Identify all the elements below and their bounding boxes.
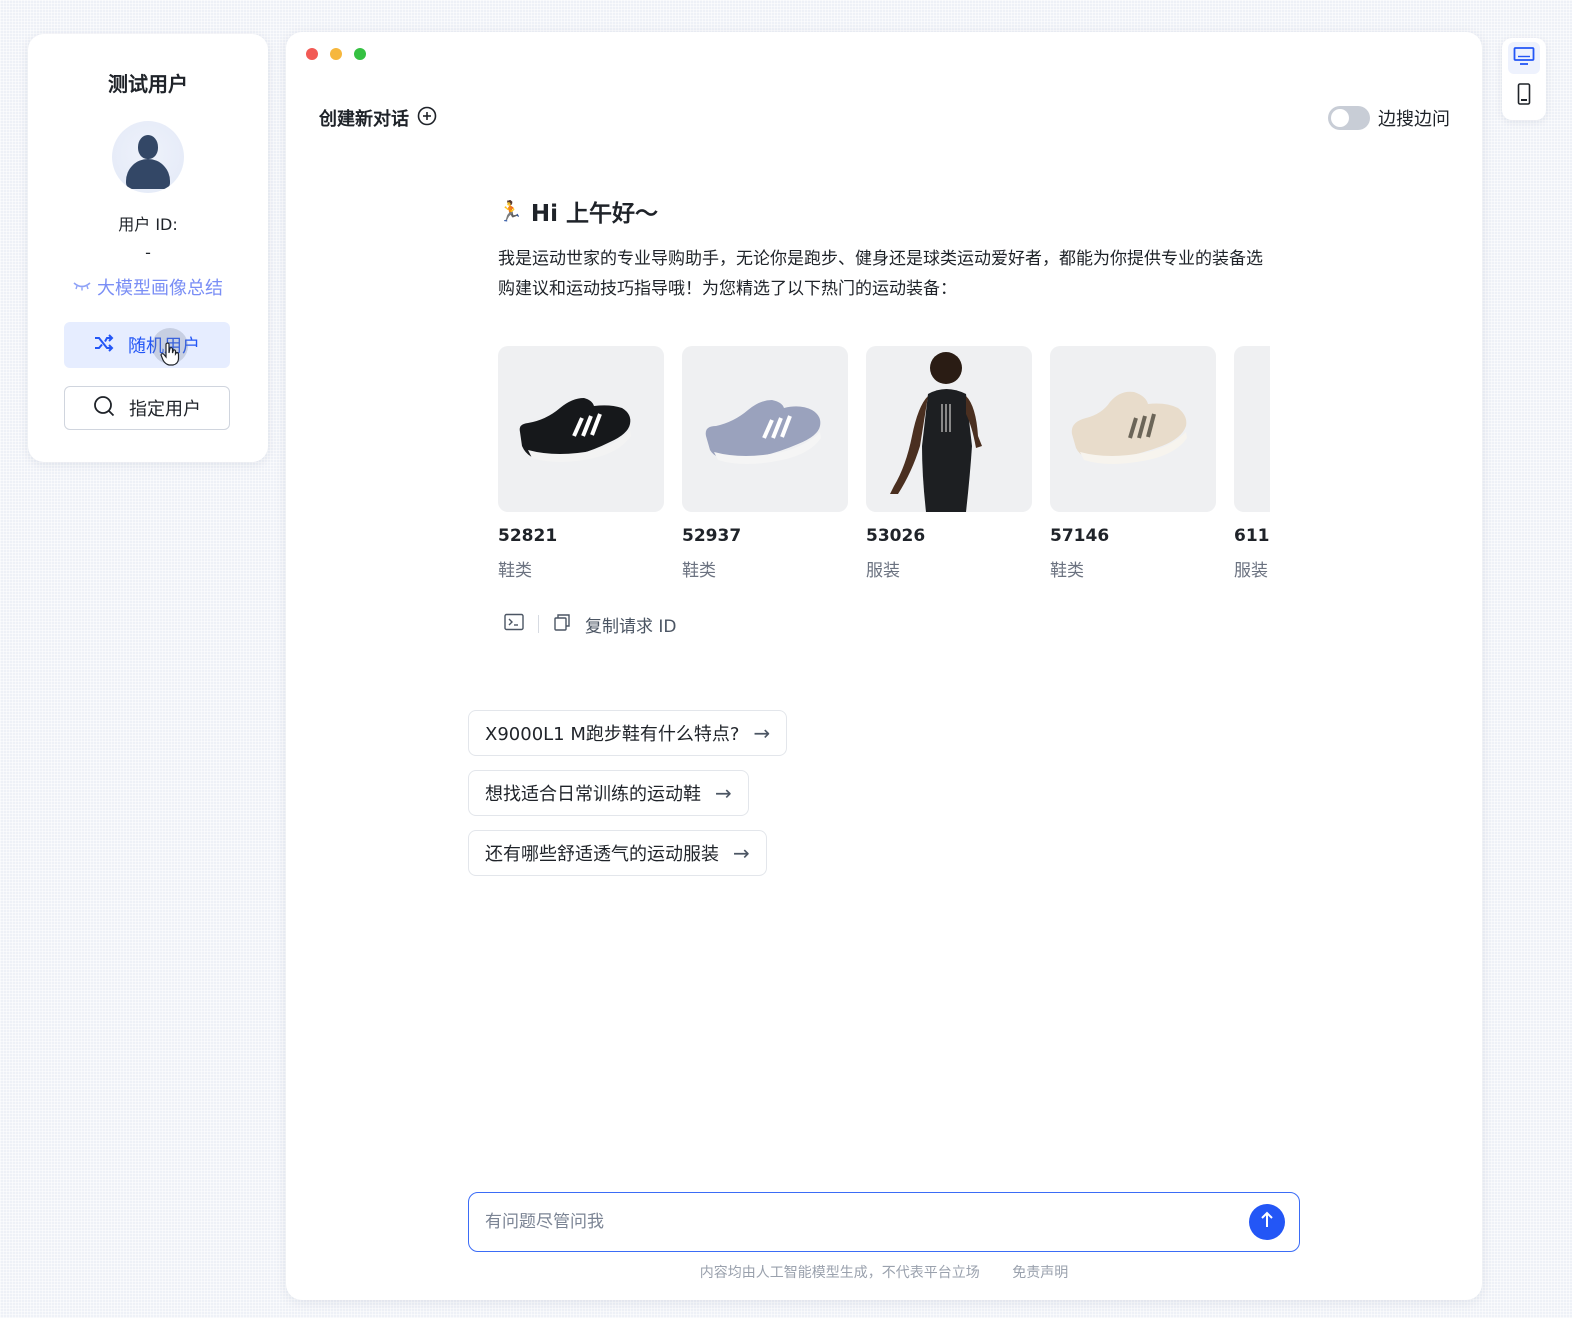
- suggestion-chip[interactable]: 想找适合日常训练的运动鞋 →: [468, 770, 749, 816]
- device-switcher: [1502, 38, 1546, 120]
- search-icon: [93, 395, 115, 422]
- message-actions: 复制请求 ID: [504, 610, 677, 638]
- arrow-up-icon: [1259, 1211, 1275, 1233]
- assign-user-label: 指定用户: [129, 399, 201, 420]
- arrow-right-icon: →: [715, 781, 732, 805]
- chat-input-box: [468, 1192, 1300, 1252]
- product-category: 服装: [866, 561, 900, 581]
- chat-input[interactable]: [485, 1207, 1225, 1237]
- avatar: [112, 121, 184, 193]
- product-carousel: 52821 鞋类 52937 鞋类 53026 服装 57146 鞋类 611 …: [498, 346, 1270, 586]
- plus-circle-icon: [417, 106, 437, 131]
- hand-cursor-icon: [160, 342, 180, 370]
- product-card[interactable]: 57146 鞋类: [1050, 346, 1216, 581]
- mobile-phone-icon: [1517, 83, 1531, 109]
- toggle-knob: [1331, 109, 1349, 127]
- window-close-dot[interactable]: [306, 48, 318, 60]
- user-id-value: -: [145, 243, 151, 262]
- product-card[interactable]: 611 服装: [1234, 346, 1270, 581]
- desktop-monitor-icon: [1513, 46, 1535, 70]
- disclaimer-link[interactable]: 免责声明: [1012, 1265, 1068, 1281]
- suggestion-text: 还有哪些舒适透气的运动服装: [485, 844, 719, 865]
- eye-closed-icon: [73, 279, 91, 295]
- greeting-title-row: 🏃 Hi 上午好～: [498, 194, 658, 228]
- send-button[interactable]: [1249, 1204, 1285, 1240]
- ai-content-notice: 内容均由人工智能模型生成，不代表平台立场: [699, 1265, 980, 1281]
- product-id: 57146: [1050, 526, 1110, 546]
- user-panel: 测试用户 用户 ID: - 大模型画像总结 随机用户 指定用户: [28, 34, 268, 462]
- avatar-head: [138, 135, 158, 159]
- product-category: 鞋类: [682, 561, 716, 581]
- product-image-tank-top: [866, 346, 1032, 512]
- shuffle-icon: [94, 333, 114, 357]
- random-user-button[interactable]: 随机用户: [64, 322, 230, 368]
- user-id-label: 用户 ID:: [118, 215, 178, 234]
- chat-window: 创建新对话 边搜边问 🏃 Hi 上午好～ 我是运动世家的专业导购助手，无论你是跑…: [286, 32, 1482, 1300]
- new-chat-button[interactable]: 创建新对话: [319, 104, 437, 132]
- search-while-ask-toggle-group: 边搜边问: [1328, 104, 1450, 132]
- assign-user-button[interactable]: 指定用户: [64, 386, 230, 430]
- suggestion-chip[interactable]: 还有哪些舒适透气的运动服装 →: [468, 830, 767, 876]
- copy-request-id-button[interactable]: 复制请求 ID: [585, 612, 677, 637]
- actions-divider: [538, 615, 539, 633]
- search-while-ask-toggle[interactable]: [1328, 106, 1370, 130]
- product-id: 611: [1234, 526, 1270, 546]
- arrow-right-icon: →: [733, 841, 750, 865]
- toggle-label: 边搜边问: [1378, 109, 1450, 130]
- product-image-grey-shoe: [682, 346, 848, 512]
- suggestion-chip[interactable]: X9000L1 M跑步鞋有什么特点? →: [468, 710, 788, 756]
- arrow-right-icon: →: [753, 721, 771, 745]
- product-id: 53026: [866, 526, 926, 546]
- panel-title: 测试用户: [108, 72, 188, 96]
- window-minimize-dot[interactable]: [330, 48, 342, 60]
- window-maximize-dot[interactable]: [354, 48, 366, 60]
- product-card[interactable]: 52937 鞋类: [682, 346, 848, 581]
- suggestion-text: 想找适合日常训练的运动鞋: [485, 784, 701, 805]
- product-card[interactable]: 52821 鞋类: [498, 346, 664, 581]
- product-card[interactable]: 53026 服装: [866, 346, 1032, 581]
- suggestion-text: X9000L1 M跑步鞋有什么特点?: [485, 724, 740, 745]
- assistant-intro: 我是运动世家的专业导购助手，无论你是跑步、健身还是球类运动爱好者，都能为你提供专…: [498, 249, 1263, 299]
- runner-emoji-icon: 🏃: [498, 199, 523, 223]
- product-id: 52821: [498, 526, 558, 546]
- mobile-view-button[interactable]: [1508, 80, 1540, 112]
- product-category: 鞋类: [498, 561, 532, 581]
- new-chat-label: 创建新对话: [319, 109, 409, 130]
- greeting-title: Hi 上午好～: [530, 201, 659, 227]
- product-category: 服装: [1234, 561, 1268, 581]
- copy-icon[interactable]: [553, 613, 571, 636]
- avatar-body: [126, 159, 170, 189]
- product-image-beige-shoe: [1050, 346, 1216, 512]
- desktop-view-button[interactable]: [1508, 42, 1540, 74]
- product-category: 鞋类: [1050, 561, 1084, 581]
- product-id: 52937: [682, 526, 742, 546]
- portrait-summary-link[interactable]: 大模型画像总结: [73, 274, 223, 300]
- footer-note: 内容均由人工智能模型生成，不代表平台立场 免责声明: [286, 1262, 1482, 1282]
- product-image-partial: [1234, 346, 1270, 512]
- terminal-icon[interactable]: [504, 613, 524, 636]
- product-image-black-shoe: [498, 346, 664, 512]
- portrait-summary-label: 大模型画像总结: [97, 278, 223, 299]
